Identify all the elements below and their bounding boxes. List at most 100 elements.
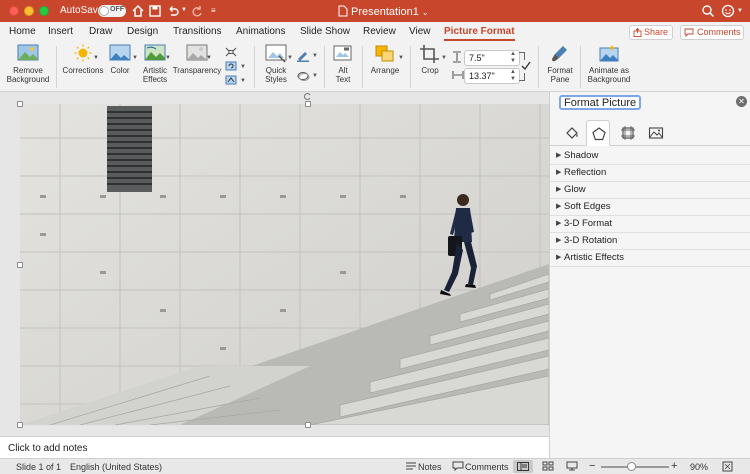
undo-icon[interactable]: [166, 4, 180, 18]
section-reflection[interactable]: ▶ Reflection: [550, 165, 750, 182]
autosave-toggle[interactable]: OFF: [98, 5, 126, 17]
ribbon-separator: [254, 46, 255, 88]
crop-button[interactable]: Crop: [416, 44, 444, 75]
zoom-out-icon[interactable]: −: [589, 460, 595, 472]
section-3d-rotation[interactable]: ▶ 3-D Rotation: [550, 233, 750, 250]
reading-view-icon[interactable]: [566, 461, 578, 471]
color-button[interactable]: Color: [106, 44, 134, 75]
tab-view[interactable]: View: [409, 26, 431, 37]
artistic-effects-button[interactable]: Artistic Effects: [138, 44, 172, 84]
corrections-dropdown-icon[interactable]: ▼: [93, 55, 99, 61]
resize-handle-bottom-left[interactable]: [17, 422, 23, 428]
expand-triangle-icon: ▶: [556, 254, 562, 261]
tab-review[interactable]: Review: [363, 26, 396, 37]
picture-border-pen-icon[interactable]: [296, 50, 310, 62]
rotate-handle-icon[interactable]: [304, 92, 312, 100]
crop-icon: [420, 45, 439, 63]
comments-button[interactable]: Comments: [680, 25, 744, 40]
compress-pictures-icon[interactable]: [225, 47, 237, 57]
save-icon[interactable]: [148, 4, 162, 18]
tab-animations[interactable]: Animations: [236, 26, 285, 37]
tab-slide-show[interactable]: Slide Show: [300, 26, 350, 37]
comments-toggle[interactable]: Comments: [465, 462, 509, 472]
tab-transitions[interactable]: Transitions: [173, 26, 222, 37]
artistic-effects-dropdown-icon[interactable]: ▼: [165, 55, 171, 61]
tab-draw[interactable]: Draw: [89, 26, 112, 37]
account-dropdown-icon[interactable]: ▼: [737, 8, 743, 14]
notes-toggle[interactable]: Notes: [418, 462, 442, 472]
lock-aspect-ratio-check-icon[interactable]: [521, 61, 531, 70]
reset-picture-icon[interactable]: [225, 75, 237, 85]
arrange-dropdown-icon[interactable]: ▼: [398, 55, 404, 61]
transparency-button[interactable]: Transparency: [172, 44, 222, 75]
document-icon: [338, 5, 348, 17]
fill-line-tab[interactable]: [560, 120, 584, 146]
width-input[interactable]: 13.37" ▲ ▼: [464, 68, 520, 84]
quick-styles-button[interactable]: Quick Styles: [259, 44, 293, 84]
height-stepper-icon[interactable]: ▲ ▼: [510, 51, 516, 65]
comment-icon: [684, 28, 694, 37]
fit-to-window-icon[interactable]: [722, 461, 733, 472]
transparency-dropdown-icon[interactable]: ▼: [206, 55, 212, 61]
reset-picture-dropdown-icon[interactable]: ▼: [240, 78, 246, 84]
alt-text-button[interactable]: Alt Text: [330, 44, 356, 84]
document-title-text: Presentation1: [351, 6, 419, 18]
height-input[interactable]: 7.5" ▲ ▼: [464, 50, 520, 66]
zoom-slider-handle[interactable]: [627, 462, 636, 471]
ribbon-separator: [56, 46, 57, 88]
window-zoom-button[interactable]: [39, 6, 49, 16]
pane-tabs: [550, 120, 750, 146]
resize-handle-bottom[interactable]: [305, 422, 311, 428]
customize-toolbar-icon[interactable]: ≡: [211, 6, 216, 15]
tab-design[interactable]: Design: [127, 26, 158, 37]
undo-dropdown-icon[interactable]: ▼: [181, 7, 187, 13]
close-icon[interactable]: ✕: [736, 96, 747, 107]
slide-picture[interactable]: [20, 104, 549, 425]
tab-insert[interactable]: Insert: [48, 26, 73, 37]
effects-tab[interactable]: [586, 120, 610, 146]
picture-effects-dropdown-icon[interactable]: ▼: [312, 73, 318, 79]
picture-tab[interactable]: [644, 120, 668, 146]
redo-icon[interactable]: [190, 4, 204, 18]
photo-man-climbing-stairs: [20, 104, 549, 425]
change-picture-icon[interactable]: [225, 61, 237, 71]
comments-status-icon[interactable]: [452, 461, 464, 471]
zoom-level[interactable]: 90%: [690, 462, 708, 472]
expand-triangle-icon: ▶: [556, 169, 562, 176]
home-icon[interactable]: [131, 4, 145, 18]
language-indicator[interactable]: English (United States): [70, 462, 162, 472]
crop-dropdown-icon[interactable]: ▼: [441, 55, 447, 61]
resize-handle-left[interactable]: [17, 262, 23, 268]
search-icon[interactable]: [701, 4, 715, 18]
resize-handle-top-left[interactable]: [17, 101, 23, 107]
tab-picture-format[interactable]: Picture Format: [444, 26, 515, 41]
tab-home[interactable]: Home: [9, 26, 36, 37]
share-button[interactable]: Share: [629, 25, 673, 40]
picture-border-dropdown-icon[interactable]: ▼: [312, 53, 318, 59]
chevron-down-icon[interactable]: ⌄: [422, 8, 429, 17]
resize-handle-top[interactable]: [305, 101, 311, 107]
remove-background-button[interactable]: Remove Background: [6, 44, 50, 84]
format-pane-button[interactable]: Format Pane: [544, 44, 576, 84]
window-minimize-button[interactable]: [24, 6, 34, 16]
width-stepper-icon[interactable]: ▲ ▼: [510, 69, 516, 83]
change-picture-dropdown-icon[interactable]: ▼: [240, 64, 246, 70]
account-smiley-icon[interactable]: [721, 4, 735, 18]
format-pane-brush-icon: [552, 46, 567, 62]
size-properties-tab[interactable]: [616, 120, 640, 146]
section-shadow[interactable]: ▶ Shadow: [550, 148, 750, 165]
section-artistic-effects[interactable]: ▶ Artistic Effects: [550, 250, 750, 267]
notes-pane[interactable]: Click to add notes: [0, 436, 549, 458]
window-close-button[interactable]: [9, 6, 19, 16]
section-soft-edges[interactable]: ▶ Soft Edges: [550, 199, 750, 216]
notes-icon[interactable]: [405, 461, 417, 471]
normal-view-button[interactable]: [513, 460, 533, 473]
quick-styles-dropdown-icon[interactable]: ▼: [287, 55, 293, 61]
picture-effects-icon[interactable]: [296, 70, 310, 82]
height-icon: [453, 51, 461, 63]
slide-sorter-icon[interactable]: [542, 461, 554, 471]
section-3d-format[interactable]: ▶ 3-D Format: [550, 216, 750, 233]
section-glow[interactable]: ▶ Glow: [550, 182, 750, 199]
animate-as-background-button[interactable]: Animate as Background: [586, 44, 632, 84]
zoom-in-icon[interactable]: +: [671, 460, 677, 472]
